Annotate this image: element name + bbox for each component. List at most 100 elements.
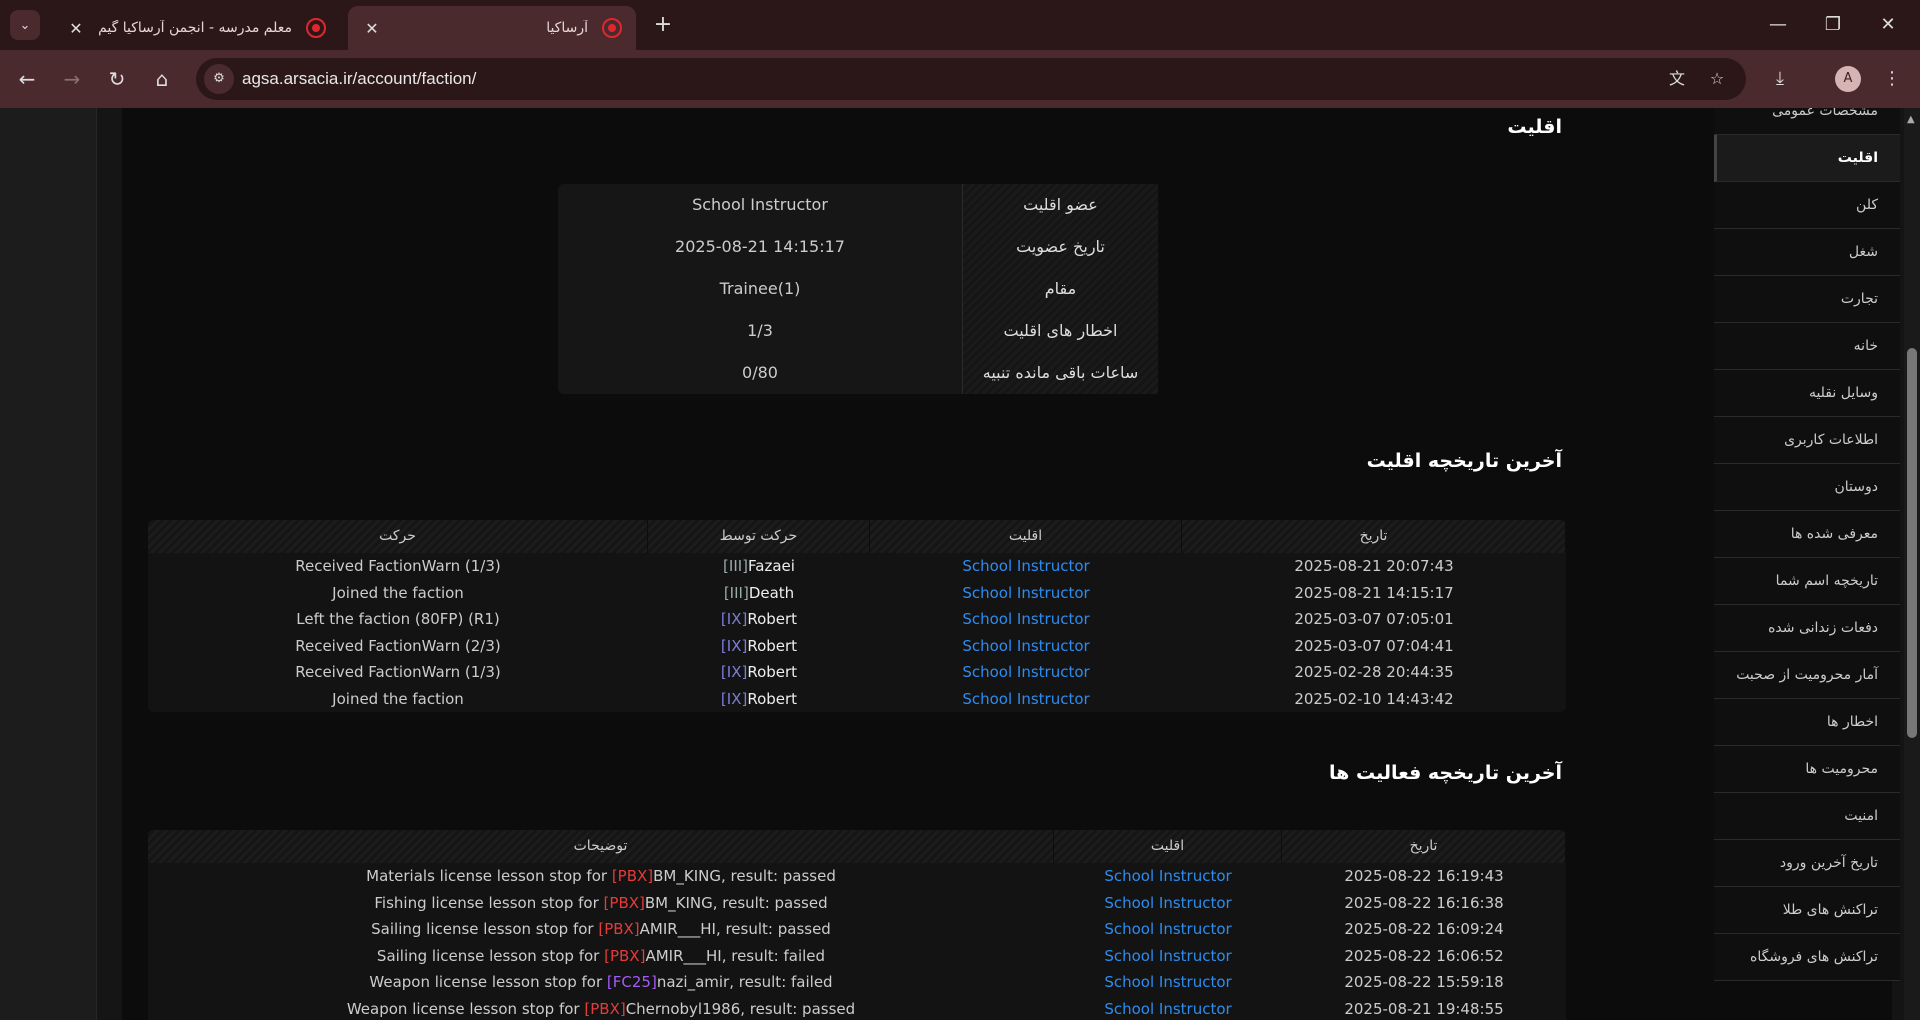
desc-result: , result: failed	[729, 973, 833, 991]
sidebar-item[interactable]: دفعات زندانی شده	[1714, 605, 1900, 652]
user-name[interactable]: Robert	[747, 663, 797, 681]
minimize-icon[interactable]: —	[1768, 14, 1788, 35]
faction-link[interactable]: School Instructor	[1054, 943, 1282, 970]
user-name[interactable]: Robert	[747, 610, 797, 628]
sidebar-item[interactable]: اطلاعات کاربری	[1714, 417, 1900, 464]
info-value: 1/3	[747, 321, 773, 340]
date-cell: 2025-08-21 19:48:55	[1344, 999, 1504, 1018]
user-name[interactable]: nazi_amir	[657, 973, 729, 991]
info-label: مقام	[962, 268, 1158, 310]
tab-search-dropdown-icon[interactable]: ⌄	[10, 10, 40, 40]
window-close-icon[interactable]: ✕	[1878, 14, 1898, 35]
user-name[interactable]: Chernobyl1986	[626, 1000, 741, 1018]
table-row: Materials license lesson stop for [PBX]B…	[148, 863, 1566, 890]
by-cell[interactable]: [III]Fazaei	[648, 553, 870, 580]
desc-result: , result: failed	[721, 946, 826, 965]
info-label: عضو اقلیت	[962, 184, 1158, 226]
date-cell: 2025-08-22 16:16:38	[1344, 893, 1504, 912]
faction-link[interactable]: School Instructor	[1054, 916, 1282, 943]
page-background	[0, 108, 96, 1020]
faction-link[interactable]: School Instructor	[1054, 890, 1282, 917]
user-name[interactable]: BM_KING	[653, 867, 721, 885]
close-icon[interactable]: ✕	[66, 19, 86, 38]
sidebar-item[interactable]: اخطار ها	[1714, 699, 1900, 746]
user-name[interactable]: Fazaei	[748, 557, 795, 575]
date-cell: 2025-08-21 14:15:17	[1294, 583, 1454, 602]
user-name[interactable]: Robert	[747, 690, 797, 708]
user-tag: [PBX]	[603, 893, 645, 912]
browser-tab-arsacia[interactable]: آرساکیا ✕	[348, 6, 636, 50]
desc-result: , result: passed	[712, 893, 828, 912]
back-arrow-icon[interactable]: ←	[12, 64, 42, 94]
col-faction: اقلیت	[1054, 830, 1282, 863]
info-label: ساعات باقی مانده تنبیه	[962, 352, 1158, 394]
user-tag: [PBX]	[598, 920, 640, 938]
sidebar-item[interactable]: امنیت	[1714, 793, 1900, 840]
user-name[interactable]: AMIR___HI	[645, 947, 721, 965]
browser-tab-forum[interactable]: معلم مدرسه - انجمن آرساکیا گیم ✕	[52, 6, 340, 50]
menu-kebab-icon[interactable]: ⋮	[1877, 64, 1907, 94]
sidebar-item[interactable]: کلن	[1714, 182, 1900, 229]
restore-icon[interactable]: ❐	[1823, 14, 1843, 35]
user-name[interactable]: AMIR___HI	[640, 920, 716, 938]
by-cell[interactable]: [III]Death	[648, 580, 870, 607]
new-tab-button[interactable]: +	[650, 12, 676, 38]
browser-toolbar: ← → ↻ ⌂ ⚙ agsa.arsacia.ir/account/factio…	[0, 50, 1920, 108]
faction-link[interactable]: School Instructor	[1054, 969, 1282, 996]
table-row: Joined the faction [III]Death School Instr…	[148, 580, 1566, 607]
sidebar-item[interactable]: وسایل نقلیه	[1714, 370, 1900, 417]
sidebar-item[interactable]: اقلیت	[1714, 135, 1900, 182]
sidebar-item[interactable]: معرفی شده ها	[1714, 511, 1900, 558]
faction-link[interactable]: School Instructor	[1054, 863, 1282, 890]
table-row: Received FactionWarn (1/3) [IX]Robert Scho…	[148, 659, 1566, 686]
sidebar-item[interactable]: شغل	[1714, 229, 1900, 276]
sidebar-item[interactable]: تاریخ آخرین ورود	[1714, 840, 1900, 887]
close-icon[interactable]: ✕	[362, 19, 382, 38]
forward-arrow-icon[interactable]: →	[57, 64, 87, 94]
sidebar-item[interactable]: محرومیت ها	[1714, 746, 1900, 793]
faction-info-table: عضو اقلیت School Instructor تاریخ عضویت 202…	[558, 184, 1158, 394]
date-cell: 2025-08-22 15:59:18	[1344, 973, 1504, 991]
date-cell: 2025-03-07 07:05:01	[1294, 610, 1454, 628]
reload-icon[interactable]: ↻	[102, 64, 132, 94]
by-cell[interactable]: [IX]Robert	[648, 633, 870, 660]
home-icon[interactable]: ⌂	[147, 64, 177, 94]
site-info-icon[interactable]: ⚙	[204, 64, 234, 94]
download-icon[interactable]: ⤓	[1765, 64, 1795, 94]
faction-link[interactable]: School Instructor	[870, 686, 1182, 713]
user-tag: [PBX]	[584, 999, 626, 1018]
faction-link[interactable]: School Instructor	[870, 633, 1182, 660]
sidebar-item[interactable]: تاریخچه اسم شما	[1714, 558, 1900, 605]
by-cell[interactable]: [IX]Robert	[648, 659, 870, 686]
table-row: Left the faction (80FP) (R1) [IX]Robert Sc…	[148, 606, 1566, 633]
sidebar-item[interactable]: تراکنش های فروشگاه	[1714, 934, 1900, 981]
user-name[interactable]: Robert	[747, 637, 797, 655]
translate-icon[interactable]: 文	[1666, 68, 1688, 90]
table-row: Sailing license lesson stop for [PBX]AMI…	[148, 916, 1566, 943]
sidebar-item[interactable]: تراکنش های طلا	[1714, 887, 1900, 934]
by-cell[interactable]: [IX]Robert	[648, 686, 870, 713]
sidebar-item[interactable]: آمار محرومیت از صحبت	[1714, 652, 1900, 699]
user-name[interactable]: BM_KING	[645, 894, 713, 912]
address-bar[interactable]: ⚙ agsa.arsacia.ir/account/faction/ 文 ☆	[196, 58, 1746, 100]
bookmark-star-icon[interactable]: ☆	[1706, 68, 1728, 90]
by-cell[interactable]: [IX]Robert	[648, 606, 870, 633]
faction-link[interactable]: School Instructor	[1054, 996, 1282, 1020]
user-tag: [PBX]	[611, 867, 654, 885]
faction-link[interactable]: School Instructor	[870, 606, 1182, 633]
page-scrollbar[interactable]: ▲	[1904, 108, 1920, 1020]
sidebar-item[interactable]: مشخصات عمومی	[1714, 108, 1900, 135]
faction-link[interactable]: School Instructor	[870, 659, 1182, 686]
user-tag: [PBX]	[604, 946, 646, 965]
scroll-up-icon[interactable]: ▲	[1907, 114, 1915, 125]
user-tag: [FC25]	[606, 973, 657, 991]
scrollbar-thumb[interactable]	[1907, 348, 1917, 738]
url-text[interactable]: agsa.arsacia.ir/account/faction/	[242, 69, 476, 89]
profile-avatar[interactable]: A	[1835, 66, 1861, 92]
sidebar-item[interactable]: دوستان	[1714, 464, 1900, 511]
faction-link[interactable]: School Instructor	[870, 580, 1182, 607]
user-name[interactable]: Death	[749, 584, 794, 602]
faction-link[interactable]: School Instructor	[870, 553, 1182, 580]
sidebar-item[interactable]: خانه	[1714, 323, 1900, 370]
sidebar-item[interactable]: تجارت	[1714, 276, 1900, 323]
